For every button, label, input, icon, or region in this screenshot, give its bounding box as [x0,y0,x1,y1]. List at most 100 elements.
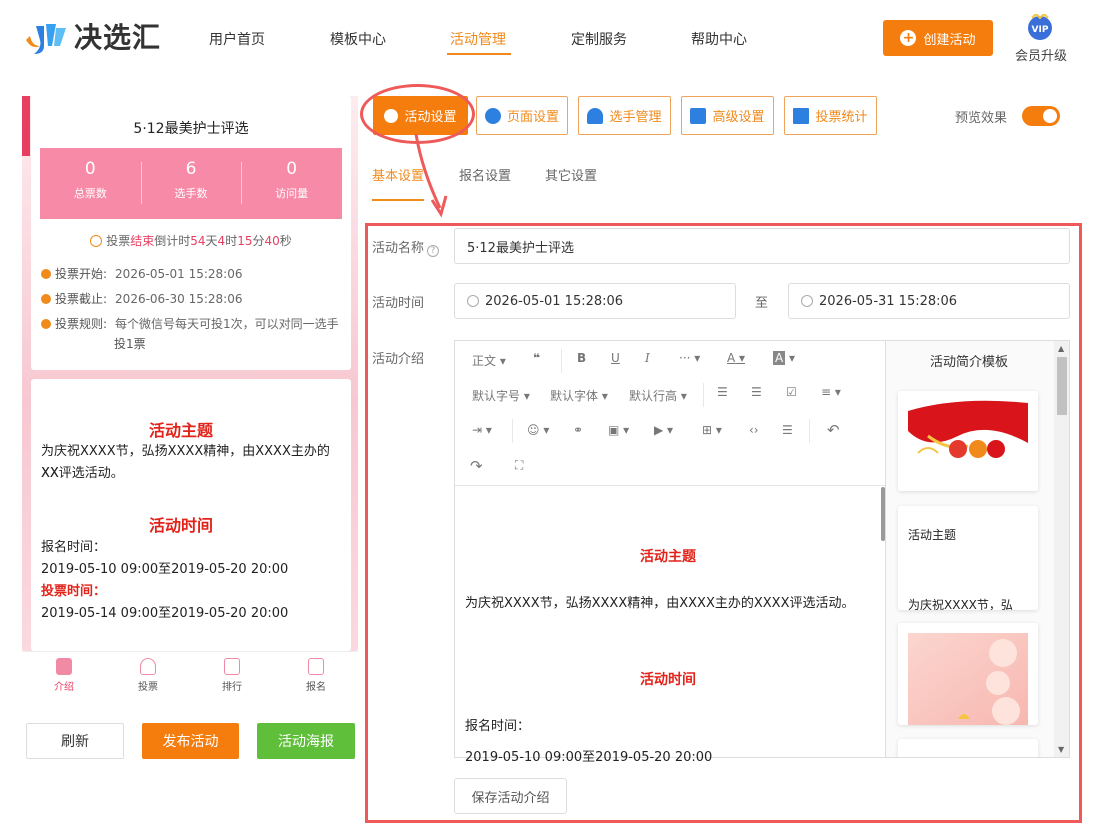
tab-page-settings[interactable]: 页面设置 [476,96,568,135]
bullet-list-icon[interactable]: ☰ [717,385,728,399]
template-scroll-thumb[interactable] [1057,357,1067,415]
editor-paragraph[interactable]: 为庆祝XXXX节，弘扬XXXX精神，由XXXX主办的XXXX评选活动。 [465,592,855,611]
stat-value: 6 [185,159,197,179]
nav-item-home[interactable]: 用户首页 [209,29,265,49]
font-size-dropdown[interactable]: 默认字号 ▾ [472,387,530,404]
tool-label: 默认行高 [629,389,678,403]
subtab-other[interactable]: 其它设置 [545,165,597,184]
tab-vote[interactable]: 投票 [106,652,190,697]
redo-icon[interactable]: ↷ [470,457,483,475]
italic-icon[interactable]: I [645,351,650,365]
nav-item-custom-service[interactable]: 定制服务 [571,29,627,49]
intro-signup-range: 2019-05-10 09:00至2019-05-20 20:00 [41,562,289,577]
tab-intro[interactable]: 介绍 [22,652,106,697]
save-intro-button[interactable]: 保存活动介绍 [454,778,567,814]
code-icon[interactable]: ‹› [749,423,759,437]
activity-name-input[interactable]: 5·12最美护士评选 [454,228,1070,264]
countdown-status: 结束 [130,234,155,248]
toolbar-label: 投票统计 [815,110,868,125]
undo-icon[interactable]: ↶ [827,421,840,439]
clock-icon [467,295,479,307]
align-icon[interactable]: ≡ ▾ [821,385,841,399]
link-icon[interactable]: ⚭ [573,423,583,437]
nav-item-help[interactable]: 帮助中心 [691,29,747,49]
stat-total-votes: 0 总票数 [40,148,141,219]
font-family-dropdown[interactable]: 默认字体 ▾ [550,387,608,404]
scroll-up-icon[interactable]: ▲ [1058,344,1064,353]
tab-ranking[interactable]: 排行 [190,652,274,697]
scroll-down-icon[interactable]: ▼ [1058,745,1064,754]
stat-visits: 0 访问量 [241,148,342,219]
quote-icon[interactable]: ❝ [533,351,540,365]
tab-candidate-management[interactable]: 选手管理 [578,96,671,135]
editor-scrollbar[interactable] [881,487,885,541]
editor-signup-label[interactable]: 报名时间： [465,715,530,734]
video-icon[interactable]: ▶ ▾ [654,423,673,437]
toolbar-label: 选手管理 [609,110,662,125]
intro-heading-time: 活动时间 [148,516,213,535]
vip-badge-text: VIP [1032,25,1049,35]
divider-line-icon[interactable]: ☰ [782,423,793,437]
editor-heading-theme[interactable]: 活动主题 [455,546,881,566]
nav-item-activity-management[interactable]: 活动管理 [450,29,506,49]
toolbar-divider [512,419,513,443]
signup-icon [308,658,324,675]
stat-label: 总票数 [73,187,107,200]
numbered-list-icon[interactable]: ☰ [751,385,762,399]
template-card[interactable]: 活动主题 为庆祝XXXX节，弘 [898,506,1038,610]
stat-label: 访问量 [275,187,309,200]
pink-background-icon [908,633,1028,725]
logo[interactable]: 决选汇 [22,16,161,56]
fullscreen-icon[interactable]: ⛶ [515,458,523,473]
image-icon[interactable]: ▣ ▾ [608,423,629,437]
emoji-icon[interactable]: ☺ ▾ [527,423,549,437]
refresh-button[interactable]: 刷新 [26,723,124,759]
help-icon[interactable]: ? [427,245,440,257]
activity-poster-button[interactable]: 活动海报 [257,723,355,759]
template-card[interactable] [898,623,1038,725]
publish-activity-button[interactable]: 发布活动 [142,723,239,759]
info-label: 投票规则: [55,317,108,331]
tab-advanced-settings[interactable]: 高级设置 [681,96,774,135]
template-card[interactable] [898,391,1038,491]
tab-label: 投票 [138,682,158,693]
paragraph-format-dropdown[interactable]: 正文 ▾ [472,352,506,369]
stat-value: 0 [286,159,298,179]
editor-signup-range[interactable]: 2019-05-10 09:00至2019-05-20 20:00 [465,746,712,765]
logo-mark-icon [22,16,70,56]
countdown-seconds: 40 [264,234,280,248]
intro-template-panel: 活动简介模板 活动主题 为庆祝XXXX节，弘 ▲ ▼ [886,340,1070,758]
users-icon [587,107,604,124]
stats-bar: 0 总票数 6 选手数 0 访问量 [40,148,342,219]
tab-vote-statistics[interactable]: 投票统计 [784,96,877,135]
subtab-signup[interactable]: 报名设置 [459,165,511,184]
line-height-dropdown[interactable]: 默认行高 ▾ [629,387,687,404]
toolbar-divider [809,419,810,443]
subtab-basic[interactable]: 基本设置 [372,165,424,184]
bold-icon[interactable]: B [577,351,586,365]
nav-item-templates[interactable]: 模板中心 [330,29,386,49]
table-icon[interactable]: ⊞ ▾ [702,423,722,437]
template-card[interactable] [898,739,1038,757]
vip-upgrade-label[interactable]: 会员升级 [1015,45,1067,64]
tab-label: 介绍 [54,682,74,693]
create-activity-button[interactable]: + 创建活动 [883,20,993,56]
countdown-unit: 时 [225,234,238,248]
more-icon[interactable]: ··· ▾ [679,351,700,365]
end-time-input[interactable]: 2026-05-31 15:28:06 [788,283,1070,319]
tab-signup[interactable]: 报名 [274,652,358,697]
countdown-unit: 分 [252,234,265,248]
start-time-input[interactable]: 2026-05-01 15:28:06 [454,283,736,319]
indent-icon[interactable]: ⇥ ▾ [472,423,492,437]
preview-tabbar: 介绍 投票 排行 报名 [22,651,358,697]
underline-icon[interactable]: U [611,351,620,365]
preview-toggle[interactable] [1022,106,1060,126]
vip-icon[interactable]: VIP [1024,12,1056,44]
vote-end-info: 投票截止: 2026-06-30 15:28:06 [41,289,243,309]
checkbox-icon[interactable]: ☑ [786,385,797,399]
tool-label: 默认字体 [550,389,599,403]
font-color-icon[interactable]: A ▾ [727,351,745,365]
countdown-mid: 倒计时 [154,234,191,248]
background-color-icon[interactable]: A ▾ [773,351,795,365]
editor-heading-time[interactable]: 活动时间 [455,669,881,689]
